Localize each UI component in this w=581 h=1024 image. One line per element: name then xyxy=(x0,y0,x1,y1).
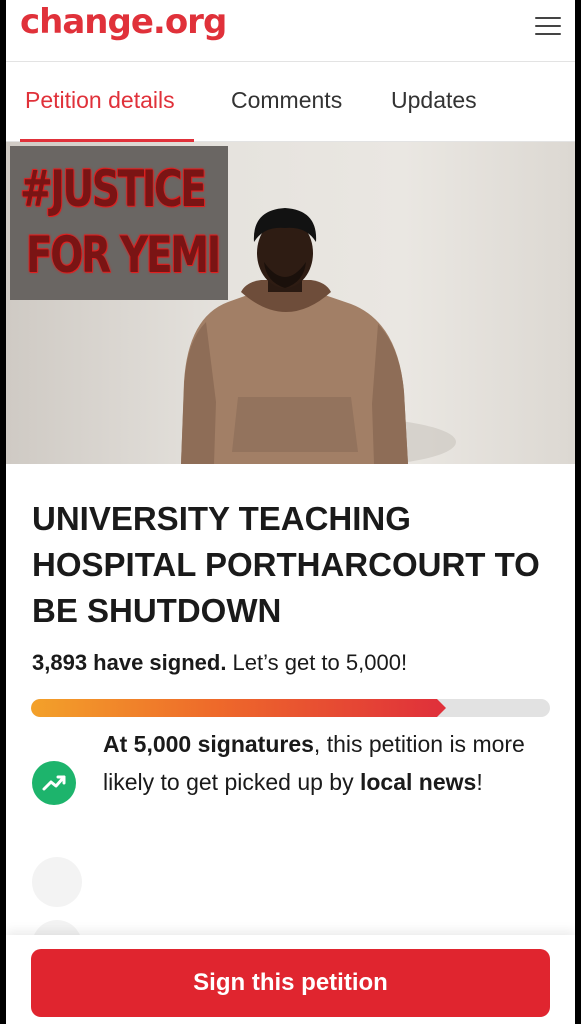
sign-action-bar: Sign this petition xyxy=(6,935,575,1024)
justice-banner: #JUSTICE FOR YEMI xyxy=(10,146,228,300)
milestone-bold-1: At 5,000 signatures xyxy=(103,731,314,757)
signature-count: 3,893 have signed. Let’s get to 5,000! xyxy=(32,650,407,676)
milestone-bold-2: local news xyxy=(359,769,477,795)
petition-hero-image: #JUSTICE FOR YEMI xyxy=(6,142,575,464)
trending-up-icon xyxy=(32,761,76,805)
milestone-end: ! xyxy=(476,769,483,795)
milestone-message: At 5,000 signatures, this petition is mo… xyxy=(103,725,553,801)
progress-fill xyxy=(31,699,447,717)
site-header: change.org xyxy=(6,0,575,62)
signed-goal-text: Let’s get to 5,000! xyxy=(226,650,408,675)
change-org-logo[interactable]: change.org xyxy=(20,2,227,42)
tab-updates[interactable]: Updates xyxy=(391,87,477,114)
hamburger-menu-icon[interactable] xyxy=(535,17,561,37)
petition-title: UNIVERSITY TEACHING HOSPITAL PORTHARCOUR… xyxy=(32,500,540,629)
tab-comments[interactable]: Comments xyxy=(231,87,342,114)
tab-petition-details[interactable]: Petition details xyxy=(25,87,175,114)
avatar-placeholder xyxy=(32,857,82,907)
app-frame: change.org Petition details Comments Upd… xyxy=(6,0,575,1024)
signed-count-text: 3,893 have signed. xyxy=(32,650,227,675)
banner-line-2: FOR YEMI xyxy=(26,226,221,284)
sign-petition-button[interactable]: Sign this petition xyxy=(31,949,550,1017)
petition-tabs: Petition details Comments Updates xyxy=(6,62,575,142)
banner-line-1: #JUSTICE xyxy=(20,160,207,218)
signature-progress-bar xyxy=(31,699,550,717)
